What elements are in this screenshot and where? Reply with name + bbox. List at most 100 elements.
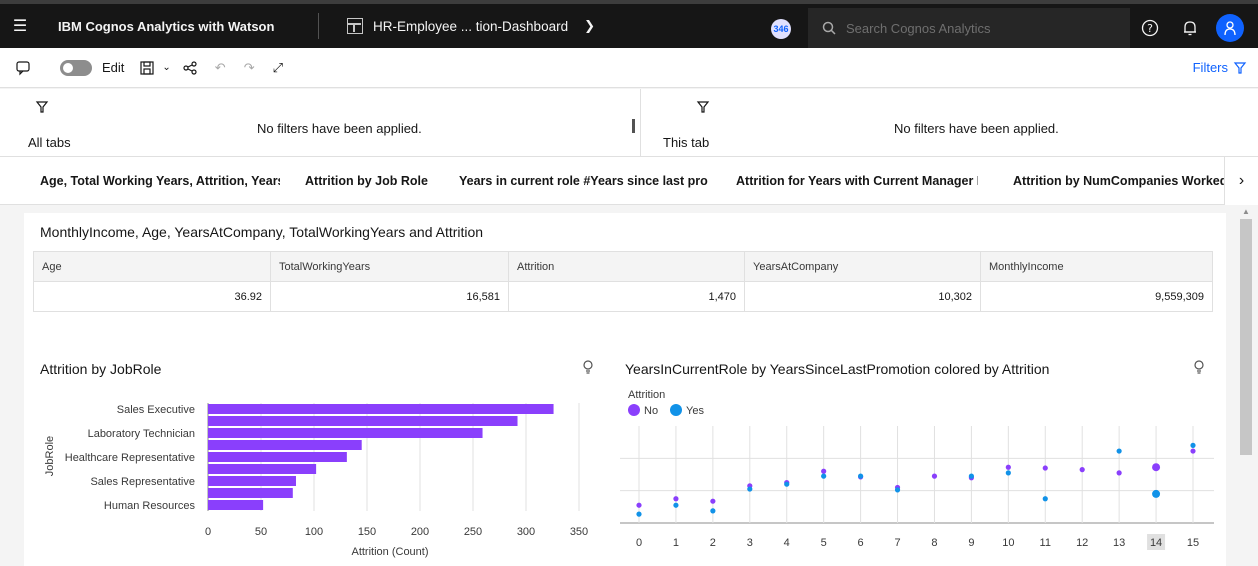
scatter-point — [858, 473, 864, 479]
bar-chart-x-tick-label: 200 — [411, 526, 429, 538]
scatter-point — [1042, 496, 1048, 502]
bar-chart-bar — [208, 464, 317, 474]
save-icon[interactable] — [140, 60, 155, 75]
scatter-point — [894, 487, 901, 493]
bar-chart-bar — [208, 476, 296, 486]
filters-button[interactable]: Filters — [1193, 60, 1247, 75]
notifications-bell-icon[interactable] — [1170, 19, 1210, 37]
scatter-x-tick-label: 2 — [710, 537, 716, 549]
bar-chart-x-tick-label: 100 — [305, 526, 323, 538]
bar-chart-x-tick-label: 300 — [517, 526, 535, 538]
scatter-point — [636, 511, 642, 517]
tab-age-working-years[interactable]: Age, Total Working Years, Attrition, Yea… — [40, 174, 280, 188]
tab-attrition-num-companies[interactable]: Attrition by NumCompanies Worked — [1013, 174, 1224, 188]
undo-icon[interactable]: ↶ — [215, 60, 226, 76]
column-header[interactable]: TotalWorkingYears — [270, 251, 509, 282]
save-options-chevron-icon[interactable]: ⌄ — [162, 62, 170, 73]
this-tab-filter-icon — [696, 101, 710, 113]
canvas-scrollbar[interactable]: ▲ — [1237, 205, 1258, 566]
search-input[interactable] — [846, 20, 1116, 36]
summary-table-title: MonthlyIncome, Age, YearsAtCompany, Tota… — [40, 224, 484, 240]
user-avatar[interactable] — [1210, 14, 1250, 42]
table-cell: 16,581 — [270, 281, 509, 312]
scatter-chart-title: YearsInCurrentRole by YearsSinceLastProm… — [625, 361, 1050, 377]
bar-chart-bar — [208, 452, 347, 462]
column-header[interactable]: Age — [33, 251, 271, 282]
scatter-point — [1079, 467, 1085, 473]
bar-chart-category-label: Human Resources — [104, 500, 196, 512]
scatter-chart-insights-lightbulb-icon[interactable] — [1193, 360, 1205, 377]
scatter-x-tick-label: 11 — [1040, 537, 1051, 549]
bar-chart[interactable]: 0 50 100 150 200 250 300 350 Sales Executive Labo… — [0, 386, 590, 566]
bar-chart-y-axis-label: JobRole — [44, 436, 56, 476]
search-bar[interactable] — [808, 8, 1130, 48]
redo-icon[interactable]: ↷ — [244, 60, 255, 76]
scatter-point — [1005, 470, 1011, 476]
share-icon[interactable] — [183, 60, 197, 75]
bar-chart-insights-lightbulb-icon[interactable] — [582, 360, 594, 377]
notification-count-badge[interactable]: 346 — [771, 19, 791, 39]
report-switcher[interactable]: HR-Employee ... tion-Dashboard ❯ — [319, 18, 789, 34]
comment-icon[interactable] — [16, 60, 30, 75]
scatter-point — [1190, 448, 1196, 454]
scatter-point — [710, 508, 716, 514]
scatter-legend-label: No — [644, 405, 658, 417]
scrollbar-thumb[interactable] — [1240, 219, 1252, 455]
bar-chart-bar — [208, 416, 518, 426]
scatter-x-tick-label: 4 — [784, 537, 790, 549]
dashboard-tabs: Age, Total Working Years, Attrition, Yea… — [0, 157, 1258, 205]
bar-chart-bar — [208, 440, 362, 450]
bar-chart-x-tick-label: 150 — [358, 526, 376, 538]
scatter-x-tick-label: 1 — [673, 537, 679, 549]
scatter-point — [968, 473, 974, 479]
column-header[interactable]: MonthlyIncome — [980, 251, 1213, 282]
menu-icon[interactable]: ☰ — [0, 4, 40, 48]
scatter-point — [1116, 448, 1122, 454]
user-icon — [1216, 14, 1244, 42]
bar-chart-category-label: Healthcare Representative — [65, 452, 195, 464]
search-icon — [822, 21, 836, 35]
tab-attrition-job-role[interactable]: Attrition by Job Role — [305, 174, 435, 188]
help-icon[interactable]: ? — [1130, 19, 1170, 37]
scatter-point — [821, 468, 827, 474]
expand-icon[interactable]: ⤢ — [273, 60, 283, 76]
bar-chart-category-label: Sales Executive — [117, 404, 195, 416]
svg-text:?: ? — [1147, 22, 1153, 35]
scatter-x-tick-label: 13 — [1113, 537, 1125, 549]
scatter-point — [673, 496, 679, 502]
scatter-x-tick-label: 5 — [821, 537, 827, 549]
table-header-row: Age TotalWorkingYears Attrition YearsAtC… — [33, 251, 1213, 282]
chevron-down-icon: ❯ — [584, 18, 595, 33]
tab-years-current-role[interactable]: Years in current role #Years since last … — [459, 174, 710, 188]
edit-mode-toggle[interactable] — [60, 59, 92, 76]
scatter-x-tick-label: 3 — [747, 537, 753, 549]
dashboard-icon — [347, 18, 363, 34]
tabs-scroll-right-icon[interactable]: › — [1224, 157, 1258, 205]
all-tabs-filter-message: No filters have been applied. — [257, 121, 422, 136]
filter-panel-resize-handle[interactable] — [632, 119, 635, 133]
this-tab-filter-panel[interactable]: This tab No filters have been applied. — [641, 89, 1258, 157]
scatter-point — [1116, 470, 1122, 476]
all-tabs-filter-panel[interactable]: All tabs No filters have been applied. — [0, 89, 632, 157]
dashboard-toolbar: Edit ⌄ ↶ ↷ ⤢ Filters — [0, 48, 1258, 88]
summary-table[interactable]: Age TotalWorkingYears Attrition YearsAtC… — [33, 251, 1213, 312]
column-header[interactable]: YearsAtCompany — [744, 251, 981, 282]
scatter-legend-title: Attrition — [628, 389, 665, 401]
this-tab-label: This tab — [663, 135, 710, 150]
scatter-x-tick-label: 0 — [636, 537, 642, 549]
table-cell: 10,302 — [744, 281, 981, 312]
scatter-point — [747, 486, 753, 492]
scroll-up-icon[interactable]: ▲ — [1242, 207, 1250, 216]
tab-attrition-current-manager[interactable]: Attrition for Years with Current Manager… — [736, 174, 978, 188]
column-header[interactable]: Attrition — [508, 251, 745, 282]
scatter-point — [1005, 464, 1011, 470]
table-row: 36.92 16,581 1,470 10,302 9,559,309 — [33, 281, 1213, 312]
all-tabs-filter-icon — [35, 101, 49, 113]
bar-chart-bar — [208, 488, 293, 498]
scatter-point — [1152, 463, 1161, 472]
bar-chart-x-tick-label: 350 — [570, 526, 588, 538]
scatter-chart[interactable]: AttritionNo Yes0 1 2 3 4 5 6 7 8 9 10 11 12 13 14 15 — [610, 386, 1230, 566]
scatter-point — [784, 481, 790, 487]
bar-chart-x-axis-label: Attrition (Count) — [351, 546, 428, 558]
filter-bar: All tabs No filters have been applied. T… — [0, 89, 1258, 157]
